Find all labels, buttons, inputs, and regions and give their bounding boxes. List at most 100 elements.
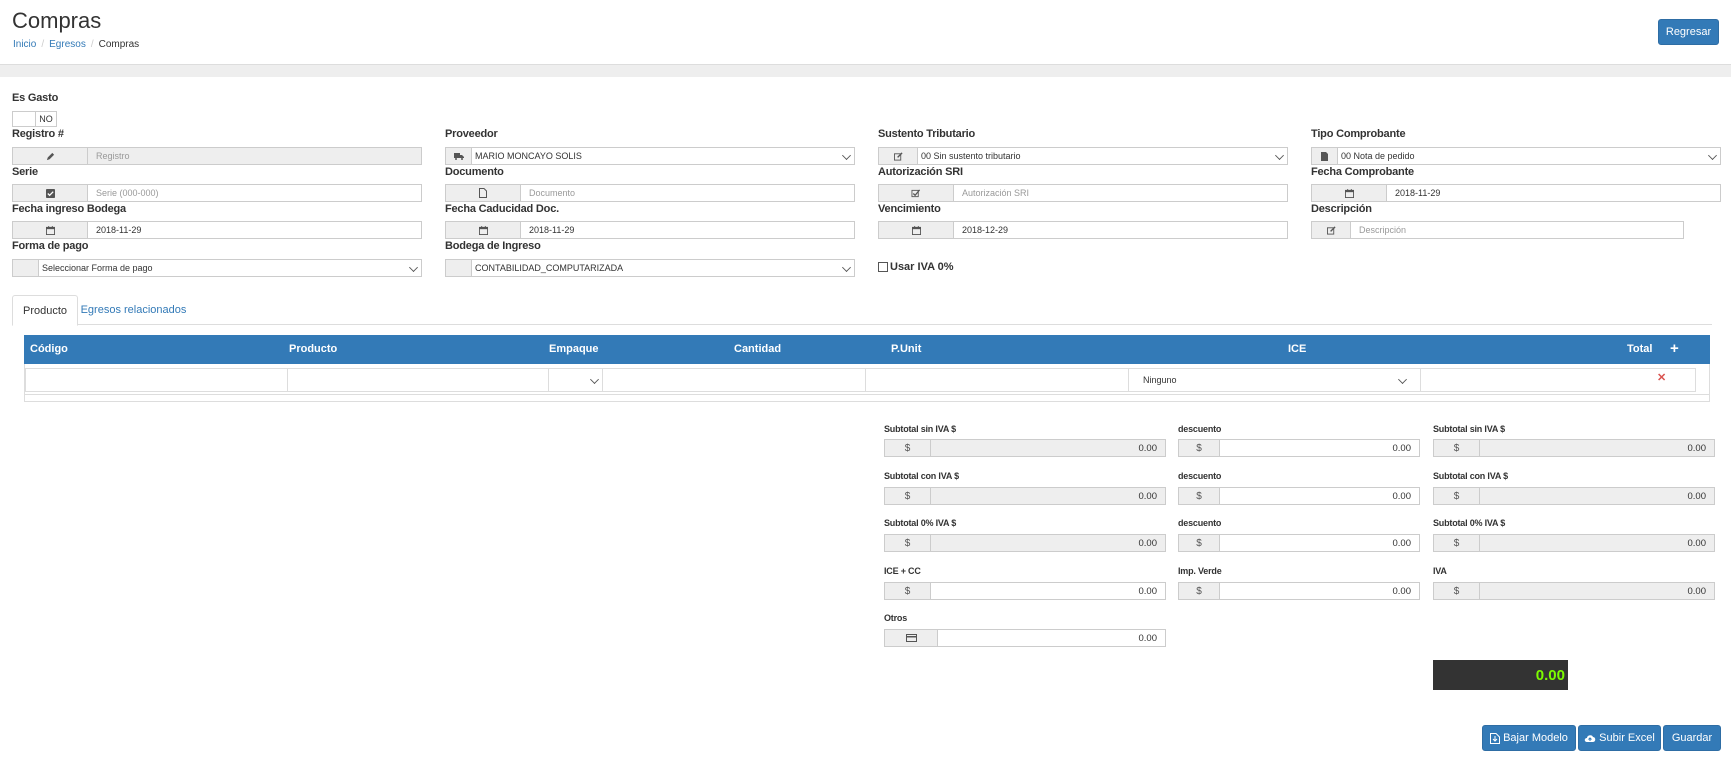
ice-cc-label: ICE + CC [884, 566, 921, 576]
breadcrumb-inicio[interactable]: Inicio [13, 39, 36, 50]
fecha-caducidad-label: Fecha Caducidad Doc. [445, 203, 559, 215]
fecha-ingreso-value: 2018-11-29 [96, 225, 142, 235]
descuento-label: descuento [1178, 424, 1222, 434]
subtotal-con-iva-2-group: $ 0.00 [1433, 487, 1715, 505]
select-addon [12, 259, 39, 277]
chevron-down-icon [409, 263, 418, 272]
documento-input[interactable]: Documento [521, 184, 855, 202]
bajar-modelo-label: Bajar Modelo [1503, 732, 1568, 744]
col-codigo: Código [30, 343, 68, 355]
subtotal-0-iva-2-input[interactable]: 0.00 [1480, 534, 1715, 552]
sustento-text: 00 Sin sustento tributario [921, 151, 1021, 161]
bodega-text: CONTABILIDAD_COMPUTARIZADA [475, 263, 624, 273]
imp-verde-group: $ 0.00 [1178, 582, 1420, 600]
chevron-down-icon [842, 263, 851, 272]
fecha-caducidad-input[interactable]: 2018-11-29 [521, 221, 855, 239]
imp-verde-input[interactable]: 0.00 [1220, 582, 1420, 600]
codigo-input[interactable] [25, 368, 288, 392]
pencil-icon [12, 147, 88, 165]
products-table-header: Código Producto Empaque Cantidad P.Unit … [24, 335, 1710, 364]
iva-input[interactable]: 0.00 [1480, 582, 1715, 600]
otros-input[interactable]: 0.00 [938, 629, 1166, 647]
subtotal-con-iva-input[interactable]: 0.00 [931, 487, 1166, 505]
sustento-select[interactable]: 00 Sin sustento tributario [878, 147, 1288, 165]
tab-producto[interactable]: Producto [12, 295, 78, 326]
col-empaque: Empaque [549, 343, 599, 355]
credit-card-icon [884, 629, 938, 647]
grand-total-display: 0.00 [1433, 660, 1568, 690]
proveedor-select[interactable]: MARIO MONCAYO SOLIS [445, 147, 855, 165]
delete-row-icon[interactable]: ✕ [1657, 371, 1666, 384]
descuento-3-group: $ 0.00 [1178, 534, 1420, 552]
calendar-icon [12, 221, 88, 239]
select-addon [445, 259, 472, 277]
back-button[interactable]: Regresar [1658, 19, 1719, 45]
descuento-2-input[interactable]: 0.00 [1220, 487, 1420, 505]
iva0-option: Usar IVA 0% [878, 261, 954, 273]
punit-input[interactable] [865, 368, 1129, 392]
descuento-3-input[interactable]: 0.00 [1220, 534, 1420, 552]
proveedor-text: MARIO MONCAYO SOLIS [475, 151, 582, 161]
total-input[interactable] [1420, 368, 1696, 392]
check-square-icon [12, 184, 88, 202]
subtotal-0-iva-2-group: $ 0.00 [1433, 534, 1715, 552]
serie-input[interactable]: Serie (000-000) [88, 184, 422, 202]
currency-addon: $ [1433, 534, 1480, 552]
subtotal-0-iva-input[interactable]: 0.00 [931, 534, 1166, 552]
bodega-select[interactable]: CONTABILIDAD_COMPUTARIZADA [445, 259, 855, 277]
subir-excel-button[interactable]: Subir Excel [1578, 725, 1661, 751]
es-gasto-label: Es Gasto [12, 92, 59, 104]
breadcrumb: Inicio / Egresos / Compras [13, 39, 140, 50]
registro-input[interactable]: Registro [88, 147, 422, 165]
descuento-1-input[interactable]: 0.00 [1220, 439, 1420, 457]
fecha-ingreso-group: 2018-11-29 [12, 221, 422, 239]
subtotal-0-iva-group: $ 0.00 [884, 534, 1166, 552]
forma-pago-select[interactable]: Seleccionar Forma de pago [12, 259, 422, 277]
chevron-down-icon [1275, 151, 1284, 160]
toggle-value: NO [39, 114, 53, 124]
ice-cc-input[interactable]: 0.00 [931, 582, 1166, 600]
es-gasto-toggle[interactable]: NO [12, 111, 57, 127]
fecha-comprobante-label: Fecha Comprobante [1311, 166, 1414, 178]
currency-addon: $ [1178, 582, 1220, 600]
subtotal-0-iva-2-label: Subtotal 0% IVA $ [1433, 518, 1506, 528]
ice-cc-group: $ 0.00 [884, 582, 1166, 600]
descripcion-input[interactable]: Descripción [1351, 221, 1684, 239]
fecha-comprobante-input[interactable]: 2018-11-29 [1387, 184, 1721, 202]
iva0-checkbox[interactable] [878, 262, 888, 272]
currency-addon: $ [1433, 487, 1480, 505]
subtotal-sin-iva-2-input[interactable]: 0.00 [1480, 439, 1715, 457]
col-producto: Producto [289, 343, 338, 355]
fecha-ingreso-input[interactable]: 2018-11-29 [88, 221, 422, 239]
download-file-icon [1490, 732, 1501, 744]
cantidad-input[interactable] [602, 368, 866, 392]
ice-select[interactable]: Ninguno [1128, 368, 1421, 392]
autorizacion-placeholder: Autorización SRI [962, 188, 1030, 198]
tipo-comprobante-select[interactable]: 00 Nota de pedido [1311, 147, 1721, 165]
breadcrumb-egresos[interactable]: Egresos [49, 39, 86, 50]
vencimiento-input[interactable]: 2018-12-29 [954, 221, 1288, 239]
descuento-label: descuento [1178, 518, 1222, 528]
autorizacion-input[interactable]: Autorización SRI [954, 184, 1288, 202]
chevron-down-icon [590, 375, 599, 384]
empaque-select[interactable] [548, 368, 603, 392]
currency-addon: $ [884, 439, 931, 457]
guardar-button[interactable]: Guardar [1663, 725, 1721, 751]
subtotal-con-iva-2-input[interactable]: 0.00 [1480, 487, 1715, 505]
add-row-icon[interactable]: + [1670, 340, 1679, 357]
tipo-comprobante-value: 00 Nota de pedido [1338, 147, 1721, 165]
currency-addon: $ [884, 534, 931, 552]
chevron-down-icon [1398, 375, 1407, 384]
descripcion-group: Descripción [1311, 221, 1684, 239]
tab-egresos-relacionados[interactable]: Egresos relacionados [80, 295, 187, 325]
truck-icon [445, 147, 472, 165]
currency-addon: $ [1433, 582, 1480, 600]
edit-icon [1311, 221, 1351, 239]
forma-pago-text: Seleccionar Forma de pago [42, 263, 153, 273]
cloud-upload-icon [1584, 734, 1596, 742]
subtotal-sin-iva-input[interactable]: 0.00 [931, 439, 1166, 457]
proveedor-value: MARIO MONCAYO SOLIS [472, 147, 855, 165]
bajar-modelo-button[interactable]: Bajar Modelo [1482, 725, 1576, 751]
check-edit-icon [878, 184, 954, 202]
producto-input[interactable] [287, 368, 549, 392]
